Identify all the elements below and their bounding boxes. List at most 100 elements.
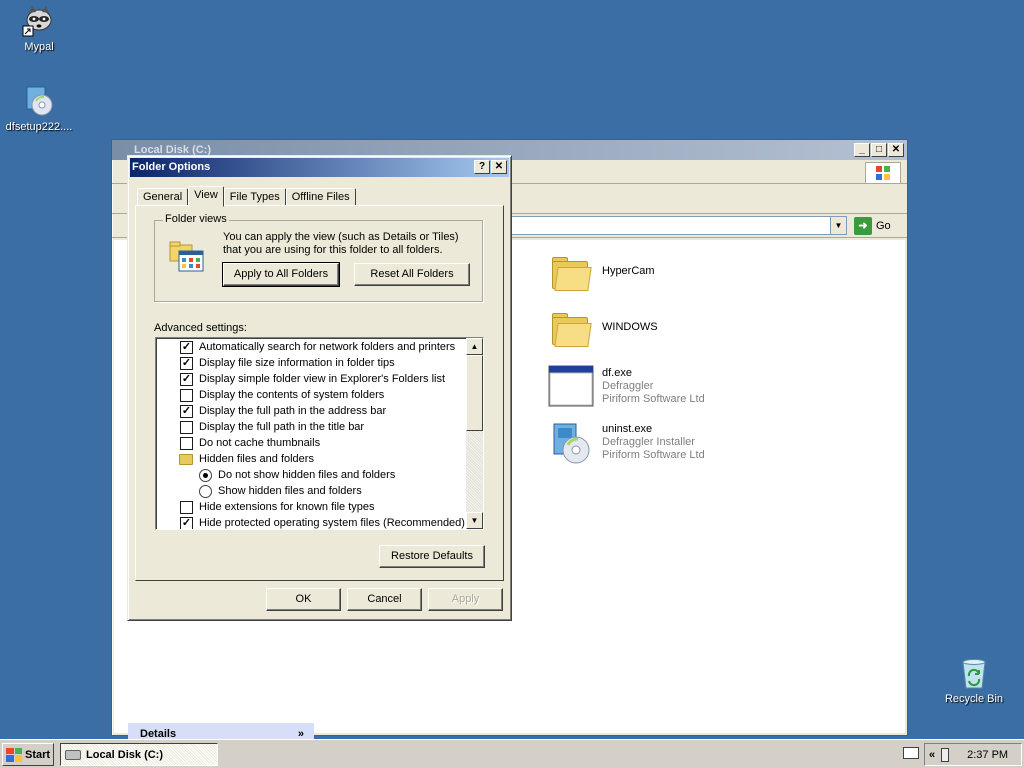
tray-expand-icon[interactable]: « xyxy=(929,749,935,761)
setting-label: Display the full path in the title bar xyxy=(199,421,365,433)
setting-label: Do not cache thumbnails xyxy=(199,437,321,449)
go-label: Go xyxy=(876,220,891,232)
scroll-up-icon[interactable]: ▲ xyxy=(466,338,483,355)
file-item-uninst-exe[interactable]: uninst.exe Defraggler Installer Piriform… xyxy=(548,420,705,466)
setting-hidden-show[interactable]: Show hidden files and folders xyxy=(199,483,362,499)
system-tray: « 2:37 PM xyxy=(924,743,1022,766)
advanced-settings-label: Advanced settings: xyxy=(154,322,247,334)
folder-icon xyxy=(548,309,594,355)
clock[interactable]: 2:37 PM xyxy=(967,749,1008,761)
checkbox-unchecked[interactable] xyxy=(180,436,193,450)
setting-no-cache-thumbnails[interactable]: Do not cache thumbnails xyxy=(180,435,320,451)
setting-hide-protected-files[interactable]: ✓ Hide protected operating system files … xyxy=(180,515,465,529)
file-company: Piriform Software Ltd xyxy=(602,449,705,461)
checkbox-checked[interactable]: ✓ xyxy=(180,372,193,386)
tab-view[interactable]: View xyxy=(188,186,224,207)
desktop-icon-mypal[interactable]: Mypal xyxy=(0,4,79,53)
address-dropdown-button[interactable]: ▼ xyxy=(830,217,846,234)
windows-logo-icon xyxy=(865,162,901,184)
tray-device-icon[interactable] xyxy=(941,747,950,762)
checkbox-checked[interactable]: ✓ xyxy=(180,404,193,418)
desktop-icon-label: Mypal xyxy=(24,41,54,53)
folder-views-icon xyxy=(169,239,205,273)
windows-flag-icon xyxy=(6,747,22,762)
file-item-windows[interactable]: WINDOWS xyxy=(548,309,658,355)
checkbox-checked[interactable]: ✓ xyxy=(180,516,193,529)
folder-views-group: Folder views You can apply the view (suc… xyxy=(154,213,483,302)
dialog-window-buttons: ? ✕ xyxy=(474,160,507,174)
file-name: WINDOWS xyxy=(602,321,658,333)
tab-general[interactable]: General xyxy=(137,188,189,206)
go-button[interactable]: ➜ Go xyxy=(854,217,891,235)
setting-label: Display simple folder view in Explorer's… xyxy=(199,373,446,385)
restore-defaults-button[interactable]: Restore Defaults xyxy=(379,545,485,568)
setting-hidden-do-not-show[interactable]: Do not show hidden files and folders xyxy=(199,467,395,483)
apply-to-all-folders-button[interactable]: Apply to All Folders xyxy=(222,262,340,287)
apply-button[interactable]: Apply xyxy=(428,588,503,611)
taskbar-item-label: Local Disk (C:) xyxy=(86,748,164,761)
file-name: HyperCam xyxy=(602,265,655,277)
checkbox-checked[interactable]: ✓ xyxy=(180,340,193,354)
setting-label: Hide protected operating system files (R… xyxy=(199,517,465,529)
scrollbar-thumb[interactable] xyxy=(466,355,483,431)
folder-icon xyxy=(548,253,594,299)
cancel-button[interactable]: Cancel xyxy=(347,588,422,611)
setting-full-path-address-bar[interactable]: ✓ Display the full path in the address b… xyxy=(180,403,386,419)
setting-label: Hide extensions for known file types xyxy=(199,501,375,513)
radio-unselected[interactable] xyxy=(199,484,212,498)
dialog-title: Folder Options xyxy=(132,161,211,173)
radio-selected[interactable] xyxy=(199,468,212,482)
checkbox-unchecked[interactable] xyxy=(180,500,193,514)
setting-hide-extensions[interactable]: Hide extensions for known file types xyxy=(180,499,374,515)
file-item-hypercam[interactable]: HyperCam xyxy=(548,253,655,299)
file-item-df-exe[interactable]: df.exe Defraggler Piriform Software Ltd xyxy=(548,364,705,410)
app-window-icon xyxy=(548,364,594,410)
go-arrow-icon: ➜ xyxy=(854,217,872,235)
desktop-icon-dfsetup[interactable]: dfsetup222.... xyxy=(0,84,79,133)
advanced-settings-scrollbar[interactable]: ▲ ▼ xyxy=(466,338,483,529)
taskbar-item-local-disk[interactable]: Local Disk (C:) xyxy=(60,743,218,766)
address-input[interactable]: ▼ xyxy=(507,216,847,235)
checkbox-unchecked[interactable] xyxy=(180,388,193,402)
setting-label: Display the contents of system folders xyxy=(199,389,385,401)
desktop-icon-recycle-bin[interactable]: Recycle Bin xyxy=(934,656,1014,705)
advanced-settings-list[interactable]: ✓ Automatically search for network folde… xyxy=(155,337,484,530)
taskbar: Start Local Disk (C:) « 2:37 PM xyxy=(0,739,1024,768)
file-description: Defraggler Installer xyxy=(602,436,695,448)
keyboard-icon[interactable] xyxy=(903,747,919,759)
folder-icon xyxy=(179,453,193,465)
file-company: Piriform Software Ltd xyxy=(602,393,705,405)
setting-label: Display file size information in folder … xyxy=(199,357,395,369)
maximize-button[interactable]: □ xyxy=(871,143,887,157)
view-tab-panel: Folder views You can apply the view (suc… xyxy=(135,205,504,581)
setting-auto-search-network[interactable]: ✓ Automatically search for network folde… xyxy=(180,339,455,355)
close-button[interactable]: ✕ xyxy=(888,143,904,157)
reset-all-folders-button[interactable]: Reset All Folders xyxy=(354,263,470,286)
file-name: df.exe xyxy=(602,367,632,379)
setting-full-path-title-bar[interactable]: Display the full path in the title bar xyxy=(180,419,364,435)
setting-system-folder-contents[interactable]: Display the contents of system folders xyxy=(180,387,384,403)
scroll-down-icon[interactable]: ▼ xyxy=(466,512,483,529)
minimize-button[interactable]: _ xyxy=(854,143,870,157)
setting-simple-folder-view[interactable]: ✓ Display simple folder view in Explorer… xyxy=(180,371,445,387)
checkbox-checked[interactable]: ✓ xyxy=(180,356,193,370)
setting-group-label: Hidden files and folders xyxy=(199,453,314,465)
ok-button[interactable]: OK xyxy=(266,588,341,611)
setting-label: Display the full path in the address bar xyxy=(199,405,387,417)
checkbox-unchecked[interactable] xyxy=(180,420,193,434)
tab-offline-files[interactable]: Offline Files xyxy=(285,188,356,206)
explorer-window-buttons: _ □ ✕ xyxy=(854,143,904,157)
dialog-close-button[interactable]: ✕ xyxy=(491,160,507,174)
desktop-icon-label: Recycle Bin xyxy=(944,693,1004,705)
tab-file-types[interactable]: File Types xyxy=(223,188,286,206)
setting-label: Do not show hidden files and folders xyxy=(218,469,396,481)
installer-icon xyxy=(548,420,594,466)
start-button[interactable]: Start xyxy=(2,743,54,766)
setting-display-file-size[interactable]: ✓ Display file size information in folde… xyxy=(180,355,395,371)
folder-views-description: You can apply the view (such as Details … xyxy=(223,231,459,256)
dialog-tabs: General View File Types Offline Files xyxy=(137,185,356,207)
help-button[interactable]: ? xyxy=(474,160,490,174)
file-name: uninst.exe xyxy=(602,423,653,435)
dialog-title-bar[interactable]: Folder Options ? ✕ xyxy=(130,158,509,177)
drive-icon xyxy=(65,749,81,760)
